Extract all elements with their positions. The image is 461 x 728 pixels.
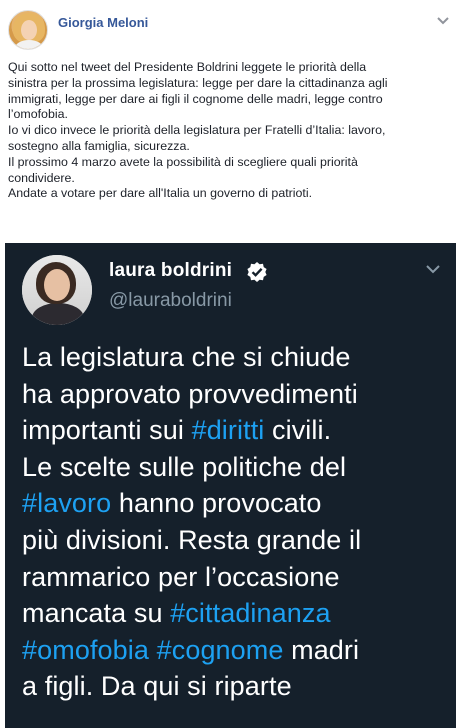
- post-text: Qui sotto nel tweet del Presidente Boldr…: [8, 60, 453, 202]
- post-header: Giorgia Meloni: [8, 10, 453, 50]
- chevron-down-icon[interactable]: [435, 12, 451, 28]
- author-name[interactable]: Giorgia Meloni: [58, 15, 148, 30]
- hashtag-link[interactable]: #omofobia: [22, 635, 149, 665]
- chevron-down-icon: [426, 265, 440, 274]
- post-text-line: sinistra per la prossima legislatura: le…: [8, 75, 388, 90]
- post-text-line: Il prossimo 4 marzo avete la possibilità…: [8, 154, 358, 169]
- post-text-line: sostegno alla famiglia, sicurezza.: [8, 138, 190, 153]
- tweet-text-line: Le scelte sulle politiche del: [22, 449, 452, 486]
- tweet-text-segment: a figli. Da qui si riparte: [22, 671, 292, 702]
- tweet-text-segment: hanno provocato: [111, 488, 322, 519]
- tweet-text-line: #omofobia #cognome madri: [22, 632, 452, 669]
- tweet-text-segment: importanti sui: [22, 415, 192, 446]
- tweet-text: La legislatura che si chiude ha approvato…: [22, 339, 452, 705]
- tweet-author-name: laura boldrini: [109, 260, 233, 281]
- post-text-line: Io vi dico invece le priorità della legi…: [8, 123, 386, 138]
- tweet-text-segment: ha approvato provvedimenti: [22, 378, 358, 409]
- tweet-text-line: mancata su #cittadinanza: [22, 595, 452, 632]
- tweet-text-line: più divisioni. Resta grande il: [22, 522, 452, 559]
- tweet-author-handle: @lauraboldrini: [109, 290, 232, 311]
- tweet-text-line: importanti sui #diritti civili.: [22, 412, 452, 449]
- facebook-post: Giorgia Meloni Qui sotto nel tweet del P…: [0, 0, 461, 728]
- tweet-text-line: a figli. Da qui si riparte: [22, 668, 452, 705]
- tweet-text-segment: mancata su: [22, 598, 171, 629]
- post-text-line: Andate a votare per dare all'Italia un g…: [8, 186, 313, 201]
- hashtag-link[interactable]: #lavoro: [22, 488, 111, 518]
- verified-badge-icon: [247, 262, 267, 282]
- tweet-text-segment: Le scelte sulle politiche del: [22, 451, 347, 482]
- tweet-text-segment: [149, 635, 157, 665]
- hashtag-link[interactable]: #cittadinanza: [170, 598, 330, 628]
- post-text-line: Qui sotto nel tweet del Presidente Boldr…: [8, 60, 367, 74]
- tweet-text-line: #lavoro hanno provocato: [22, 485, 452, 522]
- author-avatar[interactable]: [8, 10, 48, 50]
- tweet-text-segment: rammarico per l’occasione: [22, 561, 340, 592]
- tweet-text-segment: più divisioni. Resta grande il: [22, 524, 362, 555]
- post-text-line: immigrati, legge per dare ai figli il co…: [8, 91, 383, 106]
- post-text-line: condividere.: [8, 170, 75, 185]
- tweet-text-line: La legislatura che si chiude: [22, 339, 452, 376]
- tweet-text-line: rammarico per l’occasione: [22, 559, 452, 596]
- embedded-tweet-image: laura boldrini @lauraboldrini La legisla…: [5, 243, 456, 728]
- hashtag-link[interactable]: #diritti: [192, 415, 265, 445]
- hashtag-link[interactable]: #cognome: [157, 635, 284, 665]
- post-text-line: l’omofobia.: [8, 107, 68, 122]
- tweet-author-avatar: [22, 255, 92, 325]
- tweet-text-segment: La legislatura che si chiude: [22, 342, 351, 372]
- tweet-text-segment: madri: [283, 634, 360, 665]
- tweet-text-segment: civili.: [264, 415, 332, 446]
- tweet-text-line: ha approvato provvedimenti: [22, 376, 452, 413]
